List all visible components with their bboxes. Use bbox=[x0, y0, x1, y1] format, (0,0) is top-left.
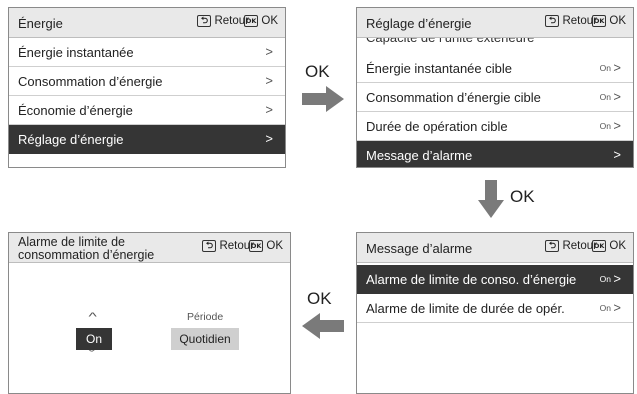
menu-item-consommation[interactable]: Consommation d’énergie > bbox=[9, 67, 285, 96]
ok-step-label: OK bbox=[307, 289, 332, 308]
arrow-left-icon bbox=[302, 313, 344, 339]
alarme-limite-consommation-screen: Alarme de limite de consommation d’énerg… bbox=[8, 232, 291, 394]
chevron-up-icon[interactable]: ^ bbox=[88, 311, 96, 323]
ok-button[interactable]: OK OK bbox=[591, 15, 626, 27]
ok-key-icon: OK bbox=[243, 15, 259, 27]
header-bar: Message d’alarme ⮌ Retour OK OK bbox=[357, 233, 633, 263]
menu-item-economie[interactable]: Économie d’énergie > bbox=[9, 96, 285, 125]
back-icon: ⮌ bbox=[202, 240, 217, 252]
status-value: On bbox=[599, 121, 611, 131]
ok-step-label: OK bbox=[305, 62, 330, 81]
screen-title: Énergie bbox=[18, 16, 63, 31]
menu-item-alarme-duree[interactable]: Alarme de limite de durée de opér. On > bbox=[357, 294, 633, 323]
arrow-down-icon bbox=[478, 180, 504, 218]
chevron-right-icon: > bbox=[265, 44, 273, 59]
reglage-energie-screen: Capacité de l’unité extérieure Réglage d… bbox=[356, 7, 634, 168]
chevron-right-icon: > bbox=[613, 60, 621, 75]
back-icon: ⮌ bbox=[197, 15, 212, 27]
message-alarme-screen: Message d’alarme ⮌ Retour OK OK Alarme de … bbox=[356, 232, 634, 394]
ok-key-icon: OK bbox=[248, 240, 264, 252]
chevron-right-icon: > bbox=[265, 102, 273, 117]
retour-button[interactable]: ⮌ Retour bbox=[202, 240, 254, 252]
menu-item-message-alarme[interactable]: Message d’alarme > bbox=[357, 141, 633, 167]
chevron-right-icon: > bbox=[613, 271, 621, 286]
header-bar: Alarme de limite de consommation d’énerg… bbox=[9, 233, 290, 263]
status-value: On bbox=[599, 303, 611, 313]
back-icon: ⮌ bbox=[545, 15, 560, 27]
ok-button[interactable]: OK OK bbox=[591, 240, 626, 252]
ok-key-icon: OK bbox=[591, 240, 607, 252]
menu-item-energie-instantanee-cible[interactable]: Énergie instantanée cible On > bbox=[357, 54, 633, 83]
retour-button[interactable]: ⮌ Retour bbox=[545, 240, 597, 252]
status-value: On bbox=[599, 63, 611, 73]
retour-button[interactable]: ⮌ Retour bbox=[545, 15, 597, 27]
ok-button[interactable]: OK OK bbox=[248, 240, 283, 252]
status-value: On bbox=[599, 274, 611, 284]
menu-item-consommation-cible[interactable]: Consommation d’énergie cible On > bbox=[357, 83, 633, 112]
retour-button[interactable]: ⮌ Retour bbox=[197, 15, 249, 27]
back-icon: ⮌ bbox=[545, 240, 560, 252]
header-bar: Réglage d’énergie ⮌ Retour OK OK bbox=[357, 8, 633, 38]
energie-menu-screen: Énergie ⮌ Retour OK OK Énergie instantanée… bbox=[8, 7, 286, 168]
header-bar: Énergie ⮌ Retour OK OK bbox=[9, 8, 285, 38]
screen-title: Alarme de limite de consommation d’énerg… bbox=[18, 235, 155, 262]
period-label: Période bbox=[187, 311, 224, 323]
chevron-down-icon[interactable]: ˇ bbox=[89, 349, 95, 361]
status-value: On bbox=[599, 92, 611, 102]
chevron-right-icon: > bbox=[613, 147, 621, 162]
menu-item-duree-operation-cible[interactable]: Durée de opération cible On > bbox=[357, 112, 633, 141]
screen-title: Réglage d’énergie bbox=[366, 16, 472, 31]
menu-item-reglage-energie[interactable]: Réglage d’énergie > bbox=[9, 125, 285, 154]
chevron-right-icon: > bbox=[613, 89, 621, 104]
arrow-right-icon bbox=[302, 86, 344, 112]
chevron-right-icon: > bbox=[265, 131, 273, 146]
period-selector[interactable]: Quotidien bbox=[171, 328, 239, 350]
ok-step-label: OK bbox=[510, 187, 535, 206]
chevron-right-icon: > bbox=[265, 73, 273, 88]
chevron-right-icon: > bbox=[613, 300, 621, 315]
ok-button[interactable]: OK OK bbox=[243, 15, 278, 27]
menu-item-alarme-conso[interactable]: Alarme de limite de conso. d’énergie On > bbox=[357, 265, 633, 294]
screen-title: Message d’alarme bbox=[366, 241, 473, 256]
alarm-on-off-spinner[interactable]: On bbox=[76, 328, 112, 350]
chevron-right-icon: > bbox=[613, 118, 621, 133]
ok-key-icon: OK bbox=[591, 15, 607, 27]
menu-item-energie-instantanee[interactable]: Énergie instantanée > bbox=[9, 38, 285, 67]
